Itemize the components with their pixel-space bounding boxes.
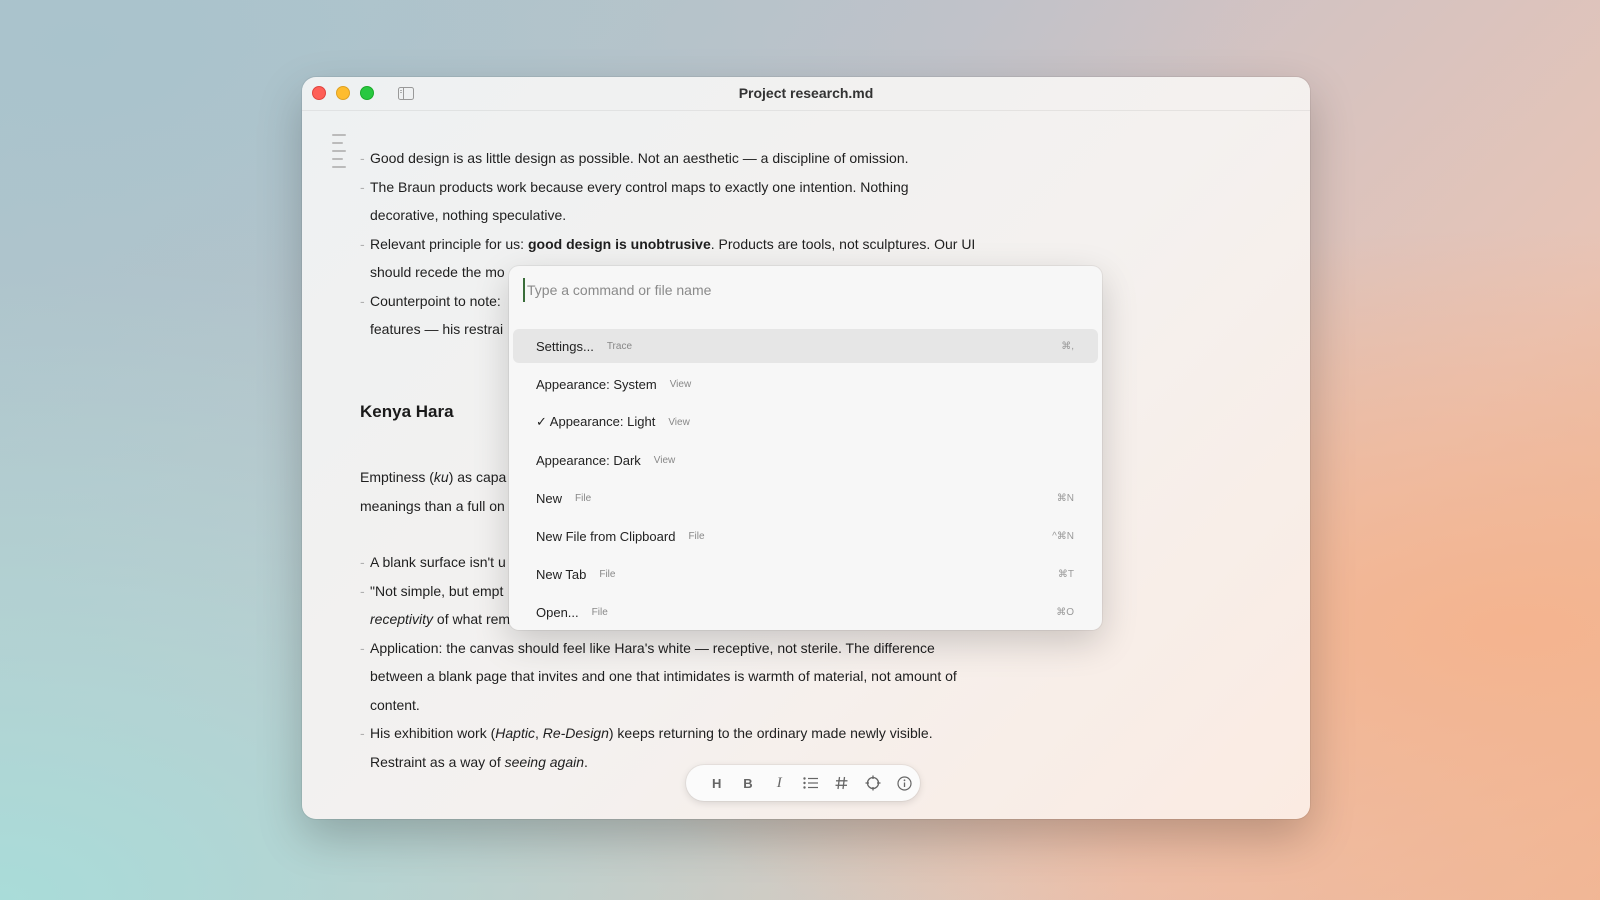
italic-text: ku [433,469,449,485]
outline-icon[interactable] [332,134,346,174]
italic-text: Re-Design [542,725,609,741]
list-item-text: His exhibition work ( [370,725,496,741]
list-item-text: A blank surface isn't u [370,554,506,570]
title-bar: Project research.md [302,77,1310,111]
command-category: View [653,454,676,466]
command-item[interactable]: New File from Clipboard File ^⌘N [513,519,1098,553]
command-category: File [599,568,616,580]
command-shortcut: ^⌘N [1052,530,1074,542]
tag-button[interactable] [826,769,857,797]
bold-button[interactable]: B [732,769,763,797]
bullet-dash: - [360,582,365,599]
command-category: File [575,492,592,504]
italic-text: seeing again [504,753,585,770]
heading-icon: H [711,775,722,791]
command-item[interactable]: ✓ Appearance: Light View [513,405,1098,439]
list-item: - Good design is as little design as pos… [360,144,1020,173]
window-title: Project research.md [738,85,874,101]
bullet-dash: - [360,178,365,195]
command-category: Trace [606,340,633,352]
list-item-text: Good design is as little design as possi… [370,150,909,166]
command-shortcut: ⌘O [1056,606,1074,618]
command-label: ✓ Appearance: Light [536,414,656,429]
list-item-text: Counterpoint to note: [370,292,501,309]
command-label: Appearance: Dark [536,452,641,468]
italic-text: Haptic [495,725,535,741]
command-category: File [591,606,608,618]
hash-icon [835,776,848,790]
bullet-dash: - [360,639,365,656]
list-item-text: should recede the mo [370,264,505,280]
command-item[interactable]: Open... File ⌘O [513,595,1098,629]
list-item-text: Restraint as a way of [370,753,505,770]
bullet-dash: - [360,292,365,309]
paragraph-text: ) as capa [448,469,507,485]
command-shortcut: ⌘, [1061,340,1074,352]
list-item-text: decorative, nothing speculative. [370,207,567,223]
command-item[interactable]: Appearance: Dark View [513,443,1098,477]
command-category: View [669,378,692,390]
command-item[interactable]: New Tab File ⌘T [513,557,1098,591]
focus-button[interactable] [857,769,888,797]
bullet-dash: - [360,150,365,166]
list-item-text: . [584,753,588,770]
list-item-text: , [534,725,543,741]
crosshair-icon [865,775,881,791]
command-category: File [688,530,705,542]
command-search-input[interactable] [523,278,1083,302]
command-list: Settings... Trace ⌘, Appearance: System … [513,329,1098,630]
list-item-text: Relevant principle for us: [370,235,528,252]
list-item-text: . Products are tools, not sculptures. Ou… [710,235,976,252]
command-label: Settings... [536,338,594,354]
list-button[interactable] [795,769,826,797]
italic-button[interactable]: I [764,769,795,797]
command-item[interactable]: Settings... Trace ⌘, [513,329,1098,363]
format-toolbar: H B I [686,765,920,801]
bullet-dash: - [360,235,365,252]
paragraph-text: meanings than a full on [360,497,505,514]
list-item-text: "Not simple, but empt [370,582,504,599]
list-icon [803,777,818,789]
command-item[interactable]: New File ⌘N [513,481,1098,515]
list-item: - The Braun products work because every … [360,173,1020,230]
command-shortcut: ⌘T [1057,568,1074,580]
list-item-text: Application: the canvas should feel like… [370,639,935,656]
list-item-text: between a blank page that invites and on… [370,668,957,684]
paragraph-text: Emptiness ( [360,469,434,485]
command-label: Appearance: System [536,376,657,392]
command-label: New File from Clipboard [536,528,676,544]
list-item-text: ) keeps returning to the ordinary made n… [608,725,933,741]
italic-icon: I [776,774,782,791]
list-item: - His exhibition work (Haptic, Re-Design… [360,719,1020,776]
heading-button[interactable]: H [701,769,732,797]
list-item-text: The Braun products work because every co… [370,178,909,195]
bold-text: good design is unobtrusive [527,235,711,252]
command-shortcut: ⌘N [1056,492,1074,504]
italic-text: receptivity [370,611,434,627]
bullet-dash: - [360,725,365,741]
info-icon [897,775,912,791]
list-item-text: content. [370,696,420,713]
command-item[interactable]: Appearance: System View [513,367,1098,401]
command-label: New Tab [536,566,587,582]
command-label: New [536,490,563,506]
bullet-dash: - [360,554,365,570]
info-button[interactable] [889,769,920,797]
command-label: Open... [536,604,579,620]
list-item-text: features — his restrai [370,321,504,337]
command-palette: Settings... Trace ⌘, Appearance: System … [509,266,1102,630]
bold-icon: B [743,775,753,791]
command-category: View [668,416,690,428]
list-item: - Application: the canvas should feel li… [360,634,1020,720]
